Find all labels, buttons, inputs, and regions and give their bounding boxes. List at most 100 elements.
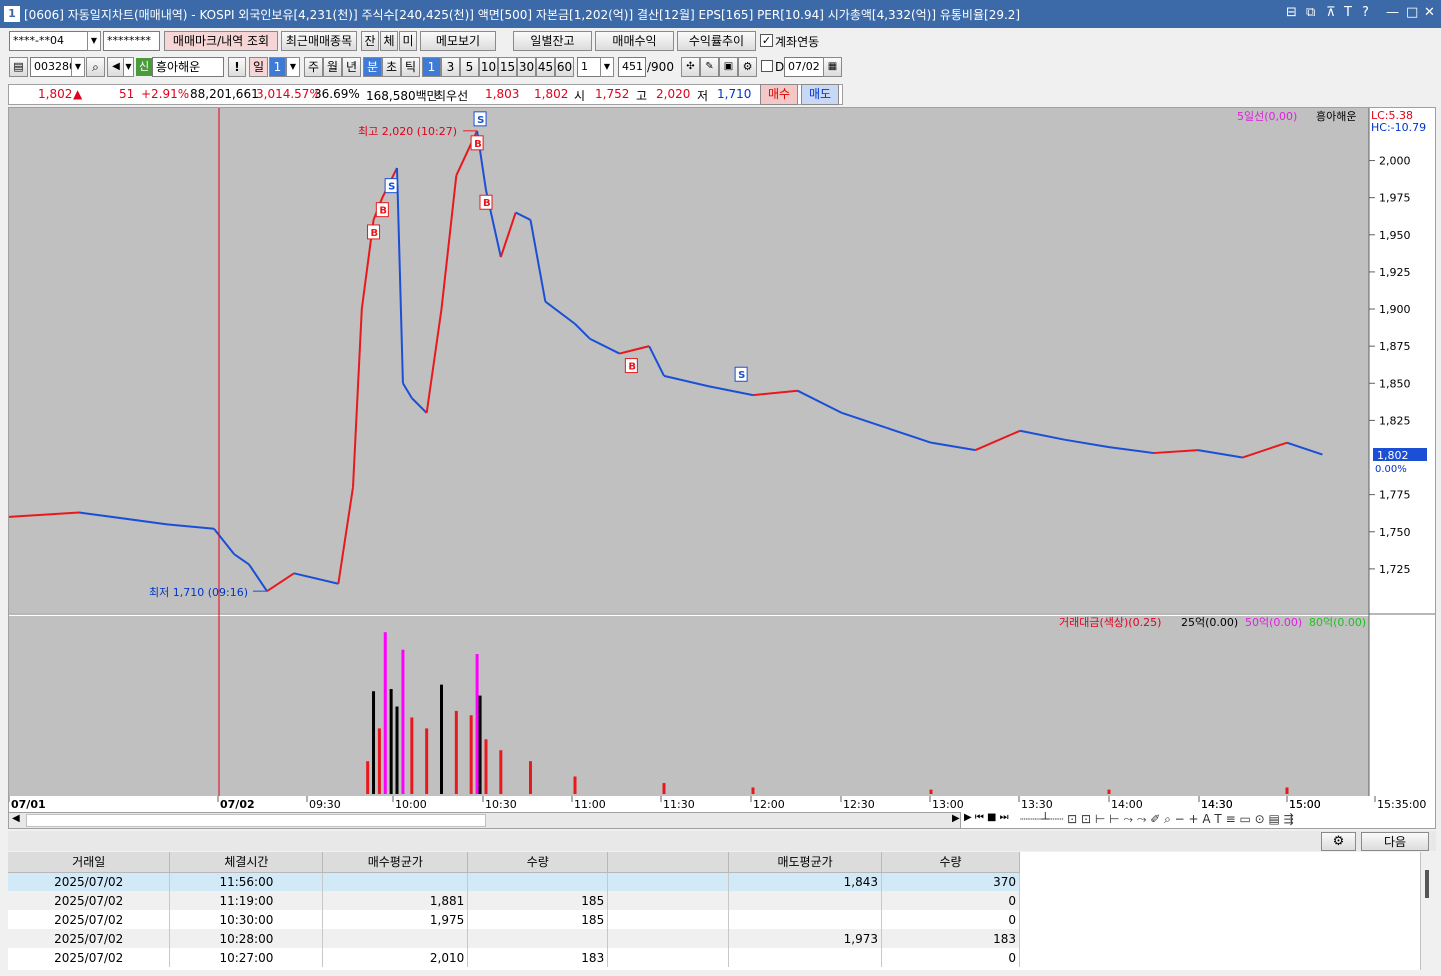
trade-history-grid[interactable]: 거래일 체결시간 매수평균가 수량 매도평균가 수량 2025/07/02 11…: [8, 852, 1020, 970]
volume-bar: [383, 632, 387, 794]
table-row[interactable]: 2025/07/02 11:56:00 1,843 370: [8, 872, 1020, 891]
x-tick-label: 07/02: [220, 798, 255, 811]
scroll-left-icon[interactable]: ◀: [12, 813, 20, 824]
settings-gear-icon[interactable]: ⚙: [738, 57, 757, 77]
trade-profit-button[interactable]: 매매수익: [595, 31, 674, 51]
volume: 88,201,661: [190, 87, 259, 101]
tab-unexecuted[interactable]: 미: [399, 31, 417, 51]
cell-date: 2025/07/02: [8, 872, 171, 891]
next-button[interactable]: 다음: [1361, 832, 1429, 851]
sell-mark: S: [473, 111, 487, 127]
period-week-button[interactable]: 주: [304, 57, 323, 77]
account-link-checkbox[interactable]: ✓: [760, 34, 773, 47]
sell-button[interactable]: 매도: [801, 84, 839, 105]
cell-blank: [607, 929, 730, 948]
date-input[interactable]: 07/02: [784, 57, 824, 77]
save-icon[interactable]: ▣: [719, 57, 738, 77]
grid-scroll-thumb[interactable]: [1425, 870, 1429, 898]
bar-count-input[interactable]: 451: [618, 57, 646, 77]
chart-scrollbar[interactable]: ◀ ▶: [8, 812, 961, 829]
period-value[interactable]: 1: [269, 57, 286, 77]
close-icon[interactable]: ✕: [1424, 5, 1435, 20]
stock-code-dropdown-icon[interactable]: ▼: [71, 57, 85, 77]
volume-bar: [401, 649, 405, 794]
account-select[interactable]: ****-**04: [9, 31, 89, 51]
table-row[interactable]: 2025/07/02 10:27:00 2,010 183 0: [8, 948, 1020, 967]
x-tick-label: 13:00: [932, 798, 964, 811]
period-tick-button[interactable]: 틱: [401, 57, 420, 77]
pin-icon[interactable]: ⊼: [1326, 5, 1336, 20]
price-change: 51: [119, 87, 135, 101]
y-tick-label: 1,925: [1379, 266, 1411, 279]
interval-dropdown-icon[interactable]: ▼: [600, 57, 614, 77]
grid-scrollbar[interactable]: [1420, 852, 1436, 970]
interval-15-button[interactable]: 15: [498, 57, 517, 77]
table-row[interactable]: 2025/07/02 11:19:00 1,881 185 0: [8, 891, 1020, 910]
calendar-icon[interactable]: ▦: [823, 57, 842, 77]
period-second-button[interactable]: 초: [382, 57, 401, 77]
col-exec-time[interactable]: 체결시간: [169, 852, 324, 873]
playback-controls[interactable]: ▶ ⏮ ■ ⏭: [964, 812, 1028, 829]
col-blank[interactable]: [607, 852, 730, 873]
interval-45-button[interactable]: 45: [536, 57, 555, 77]
account-dropdown-icon[interactable]: ▼: [87, 31, 101, 51]
gear-icon[interactable]: ⚙: [1321, 832, 1356, 851]
interval-10-button[interactable]: 10: [479, 57, 498, 77]
high-annotation: 최고 2,020 (10:27): [358, 125, 457, 138]
col-sell-qty[interactable]: 수량: [881, 852, 1020, 873]
tab-balance[interactable]: 잔: [361, 31, 379, 51]
period-day-button[interactable]: 일: [249, 57, 268, 77]
col-trade-date[interactable]: 거래일: [8, 852, 171, 873]
draw-tool-icon[interactable]: ✎: [700, 57, 719, 77]
chart-area[interactable]: BBSBSBBS 2,000 1,975 1,950 1,925 1,900 1,875 1…: [8, 107, 1436, 829]
chart-tools-bar[interactable]: ┈┈┈┴┈┈ ⊡ ⊡ ⊢ ⊢ ⤳ ⤳ ✐ ⌕ − + A T ≡ ▭ ⊙ ▤ ⇶: [1020, 812, 1430, 829]
restore-layout-icon[interactable]: ⊟: [1286, 5, 1297, 20]
date-checkbox[interactable]: [761, 60, 773, 72]
interval-5-button[interactable]: 5: [460, 57, 479, 77]
stock-list-icon[interactable]: ▤: [9, 57, 28, 77]
scroll-right-icon[interactable]: ▶: [952, 813, 960, 824]
cell-buy-qty: [467, 929, 609, 948]
period-year-button[interactable]: 년: [342, 57, 361, 77]
search-icon[interactable]: ⌕: [86, 57, 105, 77]
cell-blank: [607, 872, 730, 891]
return-trend-button[interactable]: 수익률추이: [677, 31, 756, 51]
interval-60-button[interactable]: 60: [555, 57, 574, 77]
new-window-icon[interactable]: ⧉: [1306, 5, 1315, 20]
interval-custom-input[interactable]: 1: [577, 57, 601, 77]
col-buy-avg[interactable]: 매수평균가: [322, 852, 469, 873]
interval-3-button[interactable]: 3: [441, 57, 460, 77]
memo-view-button[interactable]: 메모보기: [420, 31, 496, 51]
cell-buy-avg: 1,975: [322, 910, 469, 929]
chart-tool-icon[interactable]: ✣: [681, 57, 700, 77]
cell-buy-avg: 2,010: [322, 948, 469, 967]
daily-balance-button[interactable]: 일별잔고: [513, 31, 592, 51]
chart-svg[interactable]: BBSBSBBS 2,0001,9751,9501,9251,9001,8751…: [9, 108, 1435, 812]
alert-icon[interactable]: !: [228, 57, 246, 77]
interval-1-button[interactable]: 1: [422, 57, 441, 77]
minimize-icon[interactable]: —: [1386, 5, 1399, 20]
font-size-icon[interactable]: T: [1344, 5, 1352, 20]
trade-mark-query-button[interactable]: 매매마크/내역 조회: [164, 31, 278, 51]
help-icon[interactable]: ?: [1362, 5, 1369, 20]
volume-bar: [395, 706, 399, 794]
speaker-dropdown-icon[interactable]: ▼: [123, 57, 134, 77]
recent-trades-button[interactable]: 최근매매종목: [281, 31, 357, 51]
tab-executed[interactable]: 체: [380, 31, 398, 51]
col-buy-qty[interactable]: 수량: [467, 852, 609, 873]
cell-sell-qty: 0: [881, 910, 1020, 929]
stock-code-input[interactable]: 003280: [30, 57, 72, 77]
table-row[interactable]: 2025/07/02 10:30:00 1,975 185 0: [8, 910, 1020, 929]
period-minute-button[interactable]: 분: [363, 57, 382, 77]
cell-date: 2025/07/02: [8, 891, 171, 910]
col-sell-avg[interactable]: 매도평균가: [728, 852, 883, 873]
password-input[interactable]: ********: [103, 31, 160, 51]
price-pane-bg: [9, 108, 1369, 613]
period-month-button[interactable]: 월: [323, 57, 342, 77]
period-dropdown-icon[interactable]: ▼: [286, 57, 300, 77]
maximize-icon[interactable]: □: [1406, 5, 1418, 20]
buy-button[interactable]: 매수: [760, 84, 798, 105]
scroll-thumb[interactable]: [26, 814, 486, 827]
interval-30-button[interactable]: 30: [517, 57, 536, 77]
table-row[interactable]: 2025/07/02 10:28:00 1,973 183: [8, 929, 1020, 948]
